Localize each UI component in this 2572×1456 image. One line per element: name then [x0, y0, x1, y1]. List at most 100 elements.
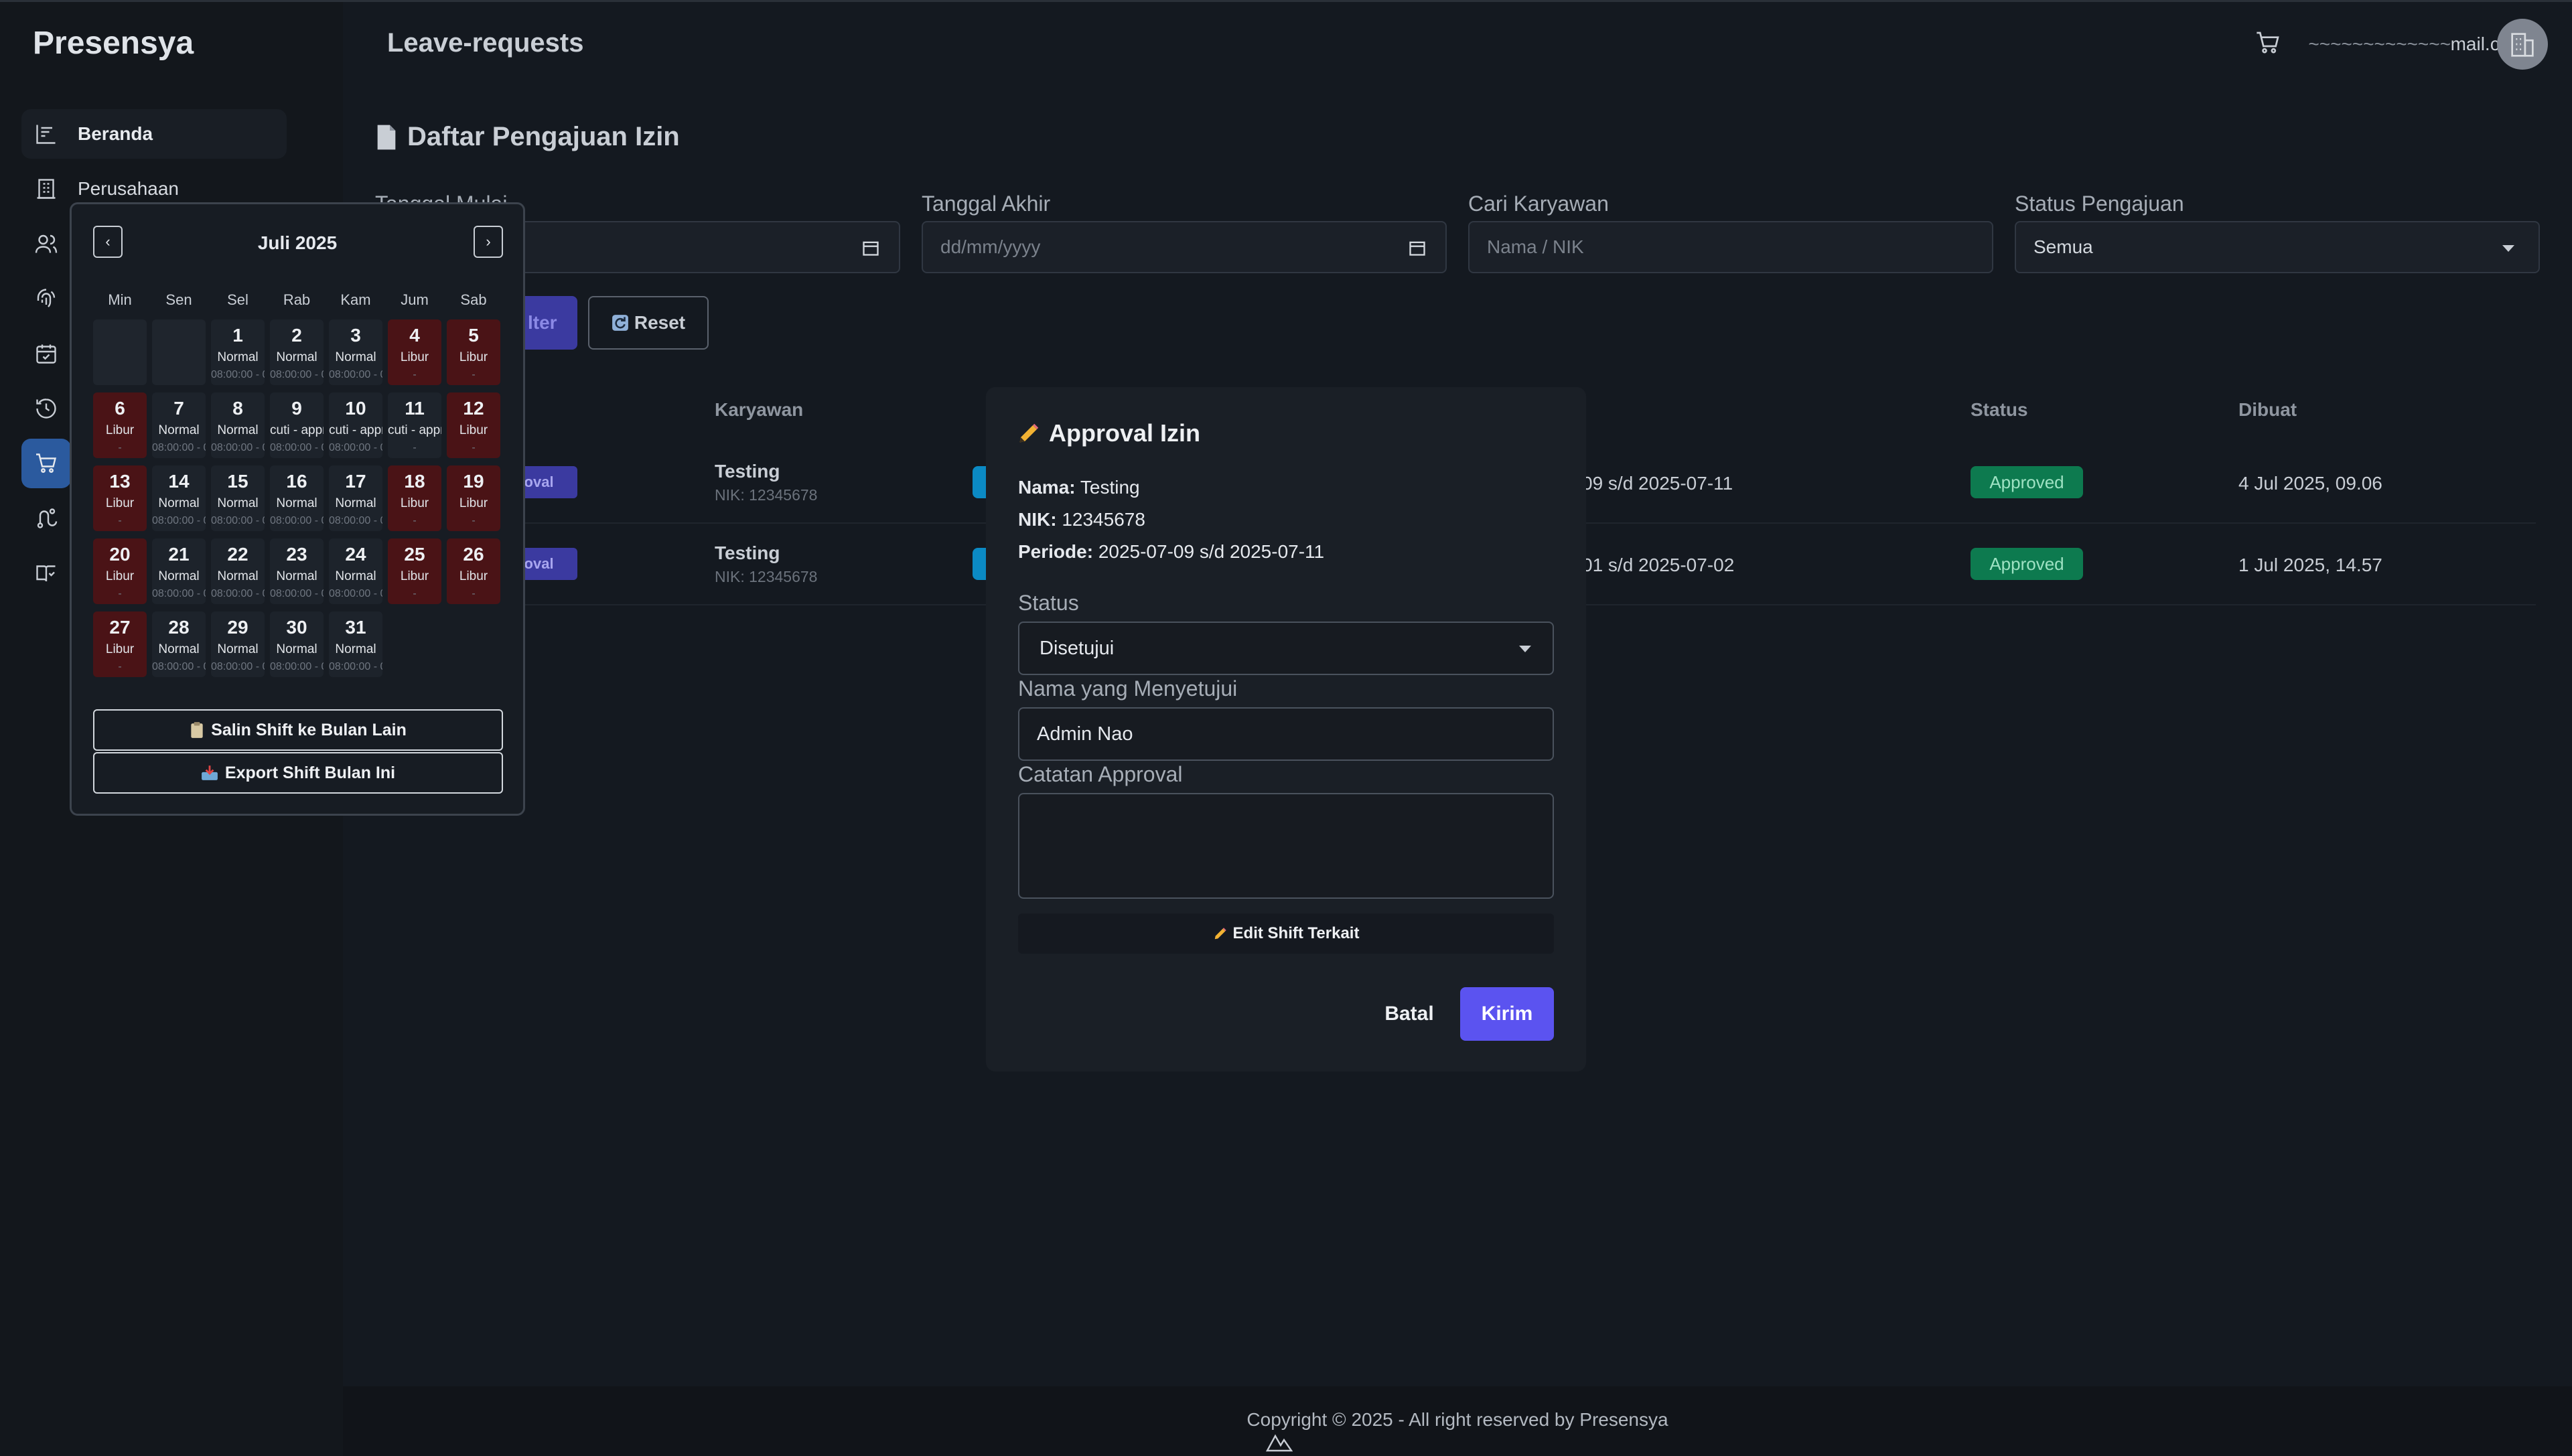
day-number: 2 [291, 325, 302, 346]
calendar-day-cell[interactable]: 13 Libur - [93, 465, 147, 531]
day-shift-time: 08:00:00 - 08:00:00 - ... [329, 515, 382, 526]
calendar-day-cell[interactable]: 17 Normal 08:00:00 - 08:00:00 - ... [329, 465, 382, 531]
day-shift-time: 08:00:00 - 08:00:00 - ... [152, 515, 206, 526]
day-number: 25 [404, 544, 425, 565]
calendar-day-cell[interactable]: 25 Libur - [388, 538, 441, 604]
day-shift-label: cuti - approved [388, 423, 441, 437]
day-shift-label: cuti - approved [329, 423, 382, 437]
day-shift-label: Normal [335, 569, 376, 583]
book-check-icon [21, 549, 71, 598]
search-input[interactable]: Nama / NIK [1468, 221, 1993, 273]
calendar-day-cell[interactable]: 3 Normal 08:00:00 - 08:00:00 - ... [329, 319, 382, 385]
day-shift-time: 08:00:00 - 08:00:00 - ... [270, 515, 324, 526]
calendar-day-cell[interactable]: 29 Normal 08:00:00 - 08:00:00 - ... [211, 611, 265, 677]
sidebar-item-fingerprint[interactable] [21, 274, 71, 323]
weekday-label: Jum [401, 291, 429, 308]
calendar-day-cell[interactable]: 30 Normal 08:00:00 - 08:00:00 - ... [270, 611, 324, 677]
calendar-day-cell[interactable]: 21 Normal 08:00:00 - 08:00:00 - ... [152, 538, 206, 604]
copy-shift-button[interactable]: Salin Shift ke Bulan Lain [93, 709, 503, 751]
submit-button[interactable]: Kirim [1460, 987, 1554, 1041]
calendar-day-cell[interactable]: 9 cuti - approved 08:00:00 - 08:00:00 - ..… [270, 392, 324, 458]
route-icon [21, 494, 71, 543]
day-number: 22 [227, 544, 248, 565]
calendar-day-cell[interactable]: 2 Normal 08:00:00 - 08:00:00 - ... [270, 319, 324, 385]
sidebar-item-users[interactable] [21, 219, 71, 269]
calendar-day-cell[interactable]: 20 Libur - [93, 538, 147, 604]
day-shift-time: 08:00:00 - 08:00:00 - ... [329, 661, 382, 672]
day-shift-label: Normal [158, 642, 200, 656]
approval-note-textarea[interactable] [1018, 793, 1554, 899]
calendar-day-cell[interactable]: 26 Libur - [447, 538, 500, 604]
top-border [0, 0, 2572, 2]
day-shift-label: Normal [335, 642, 376, 656]
sidebar-item-calendar[interactable] [21, 329, 71, 378]
calendar-day-cell[interactable]: 28 Normal 08:00:00 - 08:00:00 - ... [152, 611, 206, 677]
calendar-day-cell[interactable]: 4 Libur - [388, 319, 441, 385]
edit-shift-button[interactable]: Edit Shift Terkait [1018, 914, 1554, 954]
calendar-day-cell[interactable]: 15 Normal 08:00:00 - 08:00:00 - ... [211, 465, 265, 531]
calendar-day-cell[interactable]: 22 Normal 08:00:00 - 08:00:00 - ... [211, 538, 265, 604]
chart-icon [21, 109, 71, 159]
status-filter-select[interactable]: Semua [2015, 221, 2540, 273]
sidebar-item-history[interactable] [21, 384, 71, 433]
calendar-day-cell[interactable]: 24 Normal 08:00:00 - 08:00:00 - ... [329, 538, 382, 604]
day-shift-time: 08:00:00 - 08:00:00 - ... [152, 588, 206, 599]
end-date-input[interactable]: dd/mm/yyyy [922, 221, 1447, 273]
status-select[interactable]: Disetujui [1018, 622, 1554, 675]
day-shift-label: Normal [276, 642, 317, 656]
day-number: 28 [168, 617, 190, 638]
day-shift-label: Libur [105, 496, 135, 510]
start-date-input[interactable] [496, 221, 900, 273]
calendar-day-cell[interactable]: 12 Libur - [447, 392, 500, 458]
sidebar-item-book[interactable] [21, 549, 71, 598]
calendar-day-cell[interactable]: 8 Normal 08:00:00 - 08:00:00 - ... [211, 392, 265, 458]
cancel-button[interactable]: Batal [1376, 987, 1443, 1041]
day-shift-label: Normal [158, 496, 200, 510]
calendar-day-cell[interactable]: 27 Libur - [93, 611, 147, 677]
sidebar-item-route[interactable] [21, 494, 71, 543]
approver-label: Nama yang Menyetujui [1018, 676, 1238, 701]
day-shift-label: cuti - approved [270, 423, 324, 437]
next-month-button[interactable]: › [474, 226, 503, 258]
calendar-check-icon [21, 329, 71, 378]
day-number: 10 [345, 398, 366, 419]
info-periode: Periode: 2025-07-09 s/d 2025-07-11 [1018, 541, 1325, 562]
user-email[interactable]: ~~~~~~~~~~~~~mail.com [2308, 33, 2526, 55]
sidebar-item-label: Perusahaan [78, 178, 180, 199]
calendar-day-cell[interactable]: 7 Normal 08:00:00 - 08:00:00 - ... [152, 392, 206, 458]
export-shift-button[interactable]: Export Shift Bulan Ini [93, 752, 503, 794]
sidebar-item-beranda[interactable]: Beranda [21, 109, 287, 159]
calendar-day-cell[interactable]: 31 Normal 08:00:00 - 08:00:00 - ... [329, 611, 382, 677]
calendar-day-cell[interactable]: 10 cuti - approved 08:00:00 - 08:00:00 - .… [329, 392, 382, 458]
shift-calendar-popover: ‹ Juli 2025 › Min Sen Sel Rab Kam Jum Sa… [70, 202, 525, 816]
history-icon [21, 384, 71, 433]
cart-icon[interactable] [2255, 29, 2281, 60]
reset-label: Reset [634, 312, 686, 333]
brand-logo[interactable]: Presensya [33, 25, 194, 62]
weekday-label: Min [108, 291, 132, 308]
reset-button[interactable]: Reset [588, 296, 709, 350]
day-shift-label: Libur [105, 423, 135, 437]
approver-name-input[interactable]: Admin Nao [1018, 707, 1554, 761]
calendar-day-cell[interactable]: 16 Normal 08:00:00 - 08:00:00 - ... [270, 465, 324, 531]
day-shift-time: - [413, 515, 417, 526]
calendar-day-cell[interactable]: 18 Libur - [388, 465, 441, 531]
calendar-day-cell[interactable]: 1 Normal 08:00:00 - 08:00:00 - ... [211, 319, 265, 385]
day-shift-label: Libur [105, 569, 135, 583]
avatar[interactable] [2497, 19, 2548, 70]
calendar-day-cell[interactable]: 6 Libur - [93, 392, 147, 458]
calendar-day-cell[interactable]: 23 Normal 08:00:00 - 08:00:00 - ... [270, 538, 324, 604]
calendar-icon[interactable] [861, 238, 880, 262]
day-shift-time: 08:00:00 - 08:00:00 - ... [211, 369, 265, 380]
day-number: 20 [109, 544, 131, 565]
pencil-icon [1019, 423, 1039, 443]
copyright-text: Copyright © 2025 - All right reserved by… [1246, 1409, 1668, 1430]
calendar-day-cell[interactable]: 19 Libur - [447, 465, 500, 531]
day-shift-label: Normal [217, 423, 259, 437]
calendar-day-cell[interactable]: 14 Normal 08:00:00 - 08:00:00 - ... [152, 465, 206, 531]
calendar-icon[interactable] [1408, 238, 1427, 262]
calendar-day-cell[interactable]: 5 Libur - [447, 319, 500, 385]
sidebar-item-leave-requests[interactable] [21, 439, 71, 488]
calendar-day-cell[interactable]: 11 cuti - approved - [388, 392, 441, 458]
day-shift-label: Normal [217, 642, 259, 656]
